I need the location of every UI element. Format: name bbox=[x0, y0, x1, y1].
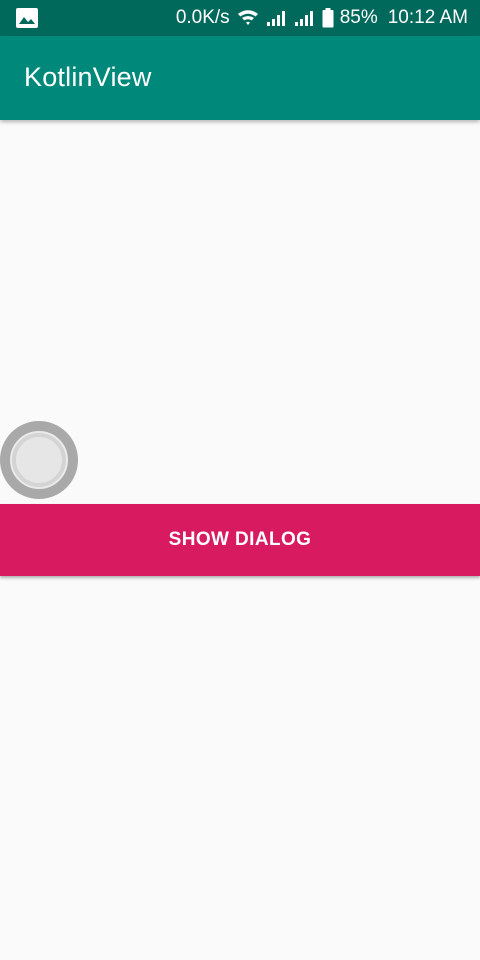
status-bar: 0.0K/s 85% 10:12 AM bbox=[0, 0, 480, 36]
status-right-group: 0.0K/s 85% 10:12 AM bbox=[176, 0, 468, 36]
app-bar: KotlinView bbox=[0, 36, 480, 120]
wifi-icon bbox=[236, 8, 260, 28]
signal-icon bbox=[266, 9, 288, 27]
clock: 10:12 AM bbox=[387, 7, 468, 28]
battery-icon bbox=[322, 8, 334, 28]
radio-button[interactable] bbox=[0, 421, 78, 499]
signal-icon bbox=[294, 9, 316, 27]
image-icon bbox=[16, 8, 38, 28]
app-title: KotlinView bbox=[24, 62, 152, 92]
radio-button-icon bbox=[0, 421, 78, 499]
net-speed: 0.0K/s bbox=[175, 7, 230, 28]
main-content: SHOW DIALOG bbox=[0, 120, 480, 960]
show-dialog-label: SHOW DIALOG bbox=[168, 529, 312, 550]
show-dialog-button[interactable]: SHOW DIALOG bbox=[0, 504, 480, 576]
battery-percentage: 85% bbox=[339, 7, 378, 28]
